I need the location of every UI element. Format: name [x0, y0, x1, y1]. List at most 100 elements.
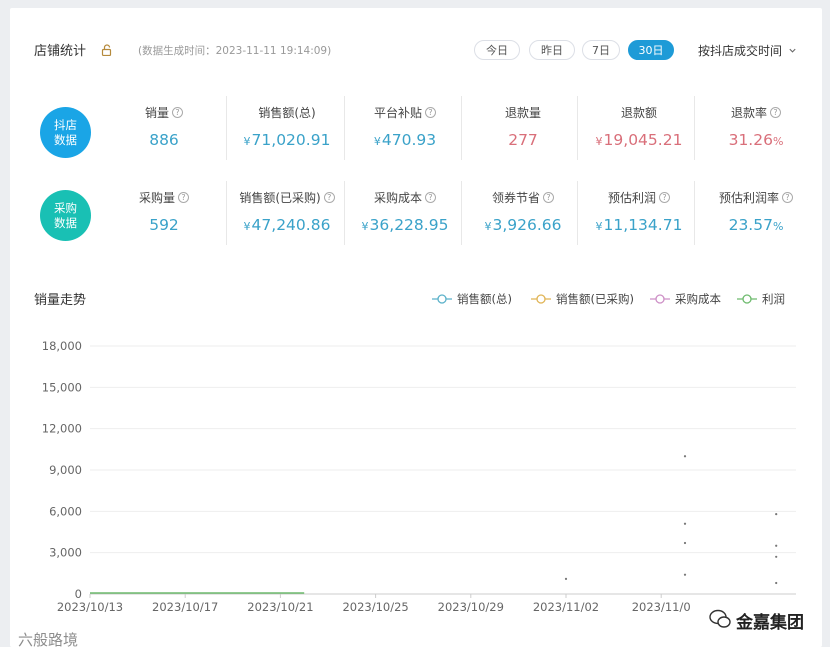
y-tick-label: 6,000 — [49, 504, 82, 518]
y-tick-label: 3,000 — [49, 546, 82, 560]
legend-item[interactable]: 销售额(总) — [432, 291, 512, 307]
stat-label: 预估利润? — [581, 189, 697, 206]
stat-label-text: 销售额(已采购) — [239, 191, 321, 205]
stat-value: 23.57% — [698, 216, 814, 234]
stat-label: 采购成本? — [347, 189, 463, 206]
series-point-2 — [683, 541, 687, 545]
stat-label-text: 退款额 — [620, 106, 657, 120]
help-icon[interactable]: ? — [659, 192, 670, 203]
stat-number: 19,045.21 — [603, 131, 683, 149]
legend-marker-icon — [531, 294, 551, 304]
help-icon[interactable]: ? — [770, 107, 781, 118]
x-tick-label: 2023/10/21 — [247, 600, 313, 614]
stat-value: 277 — [465, 131, 581, 149]
stat-value: ¥47,240.86 — [229, 216, 345, 234]
help-icon[interactable]: ? — [172, 107, 183, 118]
stat-douyin-3: 退款量 277 — [465, 104, 581, 149]
currency-symbol: ¥ — [373, 135, 381, 148]
stat-value: ¥19,045.21 — [581, 131, 697, 149]
stat-label-text: 销售额(总) — [258, 106, 316, 120]
stat-number: 23.57 — [728, 216, 773, 234]
watermark-right: 金嘉集团 — [736, 613, 804, 633]
stat-label: 退款率? — [698, 104, 814, 121]
series-point-0 — [683, 455, 687, 458]
stat-douyin-1: 销售额(总) ¥71,020.91 — [229, 104, 345, 149]
stat-value: 886 — [106, 131, 222, 149]
stat-purchase-2: 采购成本? ¥36,228.95 — [347, 189, 463, 234]
column-divider — [226, 96, 227, 160]
x-tick-label: 2023/10/29 — [438, 600, 504, 614]
column-divider — [344, 96, 345, 160]
stat-number: 71,020.91 — [251, 131, 331, 149]
legend-label: 利润 — [762, 292, 785, 306]
x-tick-label: 2023/11/02 — [533, 600, 599, 614]
legend-label: 采购成本 — [675, 292, 721, 306]
help-icon[interactable]: ? — [425, 192, 436, 203]
stat-label-text: 退款量 — [504, 106, 541, 120]
series-point-0 — [775, 512, 778, 516]
stat-douyin-0: 销量? 886 — [106, 104, 222, 149]
stat-label: 领券节省? — [465, 189, 581, 206]
stat-label: 销量? — [106, 104, 222, 121]
currency-symbol: ¥ — [243, 135, 251, 148]
stat-label-text: 预估利润 — [607, 191, 656, 205]
column-divider — [694, 181, 695, 245]
stat-unit: % — [772, 135, 784, 148]
stat-label: 退款额 — [581, 104, 697, 121]
stat-value: ¥36,228.95 — [347, 216, 463, 234]
wechat-icon — [709, 609, 731, 628]
column-divider — [577, 96, 578, 160]
stat-label-text: 采购成本 — [373, 191, 422, 205]
stat-value: 31.26% — [698, 131, 814, 149]
stat-value: ¥11,134.71 — [581, 216, 697, 234]
stat-purchase-1: 销售额(已采购)? ¥47,240.86 — [229, 189, 345, 234]
column-divider — [694, 96, 695, 160]
stat-label-text: 预估利润率 — [718, 191, 779, 205]
x-tick-label: 2023/10/13 — [57, 600, 123, 614]
series-point-3 — [775, 581, 778, 585]
y-tick-label: 0 — [75, 587, 82, 601]
currency-symbol: ¥ — [595, 220, 603, 233]
stat-purchase-3: 领券节省? ¥3,926.66 — [465, 189, 581, 234]
stat-label-text: 领券节省 — [491, 191, 540, 205]
currency-symbol: ¥ — [243, 220, 251, 233]
stat-value: 592 — [106, 216, 222, 234]
column-divider — [226, 181, 227, 245]
legend-item[interactable]: 利润 — [737, 291, 785, 307]
help-icon[interactable]: ? — [782, 192, 793, 203]
currency-symbol: ¥ — [484, 220, 492, 233]
legend-item[interactable]: 采购成本 — [650, 291, 721, 307]
series-point-1 — [683, 522, 687, 525]
stat-label: 销售额(总) — [229, 104, 345, 121]
legend-item[interactable]: 销售额(已采购) — [531, 291, 634, 307]
series-point-1 — [775, 544, 778, 547]
stat-unit: % — [772, 220, 784, 233]
stat-label-text: 平台补贴 — [373, 106, 422, 120]
stat-purchase-4: 预估利润? ¥11,134.71 — [581, 189, 697, 234]
legend-label: 销售额(已采购) — [556, 292, 634, 306]
stat-number: 277 — [508, 131, 538, 149]
stat-label: 采购量? — [106, 189, 222, 206]
series-point-0 — [564, 577, 568, 580]
stat-douyin-4: 退款额 ¥19,045.21 — [581, 104, 697, 149]
legend-marker-icon — [737, 294, 757, 304]
column-divider — [344, 181, 345, 245]
stat-value: ¥470.93 — [347, 131, 463, 149]
stat-number: 3,926.66 — [492, 216, 562, 234]
stat-number: 470.93 — [381, 131, 437, 149]
stat-douyin-5: 退款率? 31.26% — [698, 104, 814, 149]
y-tick-label: 18,000 — [42, 339, 82, 353]
stat-number: 11,134.71 — [603, 216, 683, 234]
currency-symbol: ¥ — [595, 135, 603, 148]
help-icon[interactable]: ? — [543, 192, 554, 203]
stat-label: 退款量 — [465, 104, 581, 121]
y-tick-label: 9,000 — [49, 463, 82, 477]
stat-purchase-0: 采购量? 592 — [106, 189, 222, 234]
legend-marker-icon — [432, 294, 452, 304]
help-icon[interactable]: ? — [178, 192, 189, 203]
help-icon[interactable]: ? — [323, 192, 335, 203]
stat-label-text: 销量 — [144, 106, 169, 120]
y-tick-label: 12,000 — [42, 422, 82, 436]
help-icon[interactable]: ? — [425, 107, 436, 118]
legend-label: 销售额(总) — [457, 292, 512, 306]
